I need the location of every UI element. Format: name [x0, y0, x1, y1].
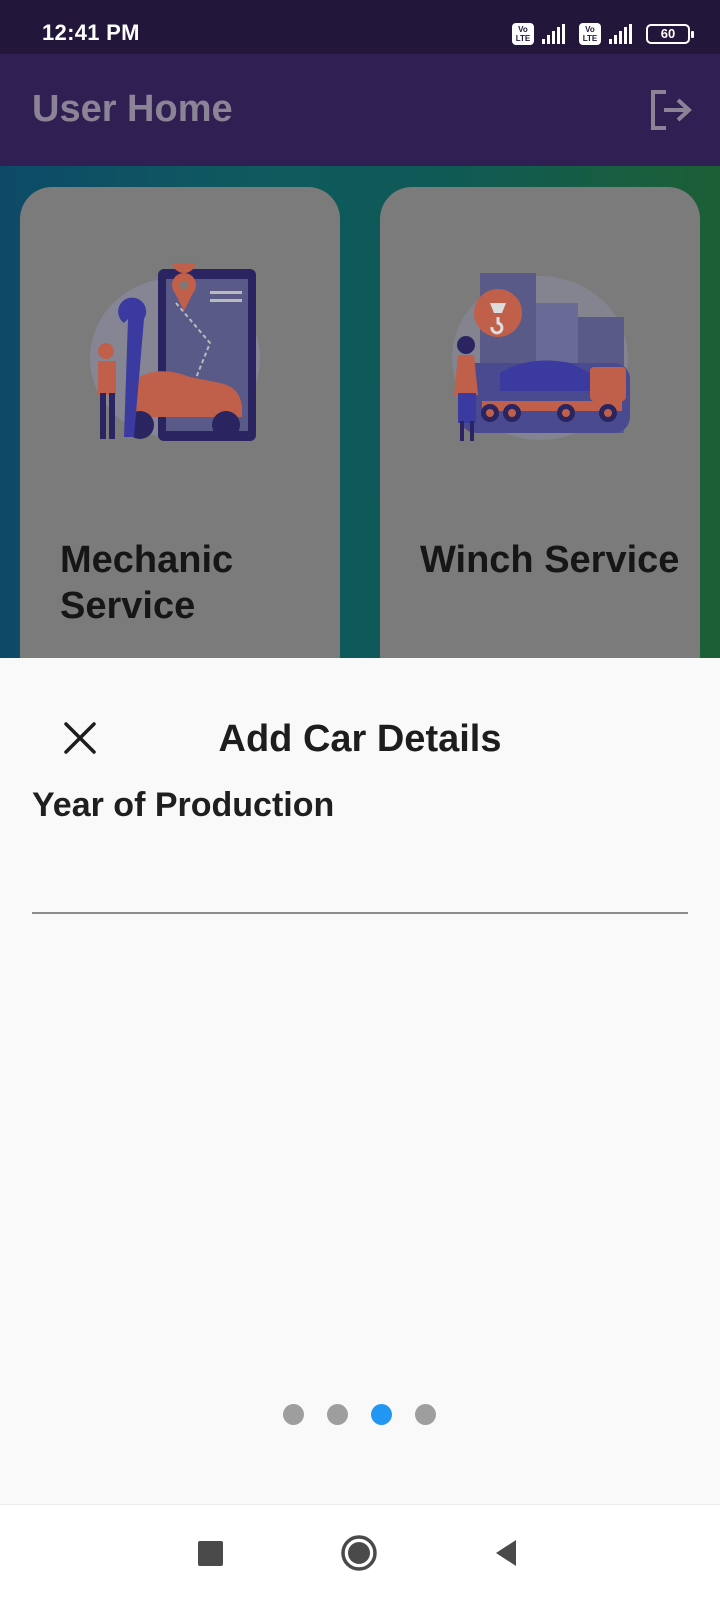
background-app: 12:41 PM Vo LTE Vo LTE 60 User Home Mech… [0, 0, 720, 687]
status-time: 12:41 PM [42, 20, 140, 45]
year-of-production-input[interactable] [32, 858, 688, 914]
volte-badge: Vo LTE [579, 23, 601, 45]
system-nav-bar [0, 1504, 720, 1600]
year-of-production-label: Year of Production [32, 786, 335, 824]
volte-badge: Vo LTE [512, 23, 534, 45]
page-title: User Home [32, 88, 233, 130]
add-car-details-sheet: Add Car Details Year of Production [0, 658, 720, 1504]
logout-icon[interactable] [648, 88, 694, 132]
app-bar: User Home [0, 54, 720, 166]
page-dot-active[interactable] [371, 1404, 392, 1425]
mechanic-illustration-icon [90, 263, 260, 441]
service-title-winch: Winch Service [420, 539, 680, 581]
service-card-mechanic[interactable]: Mechanic Service [20, 187, 340, 687]
square-icon[interactable] [186, 1529, 234, 1577]
circle-icon[interactable] [335, 1529, 383, 1577]
page-dot[interactable] [415, 1404, 436, 1425]
page-indicator [0, 1394, 720, 1434]
service-title-mechanic: Mechanic Service [60, 539, 234, 627]
triangle-back-icon[interactable] [482, 1529, 530, 1577]
signal-icon [609, 24, 632, 44]
signal-icon [542, 24, 565, 44]
tow-truck-illustration-icon [452, 273, 630, 441]
sheet-title: Add Car Details [218, 718, 502, 760]
battery-icon: 60 [646, 24, 694, 44]
page-dot[interactable] [283, 1404, 304, 1425]
status-bar: 12:41 PM Vo LTE Vo LTE 60 [0, 0, 720, 54]
page-dot[interactable] [327, 1404, 348, 1425]
service-card-winch[interactable]: Winch Service [380, 187, 700, 687]
status-icons: Vo LTE Vo LTE 60 [512, 18, 694, 50]
